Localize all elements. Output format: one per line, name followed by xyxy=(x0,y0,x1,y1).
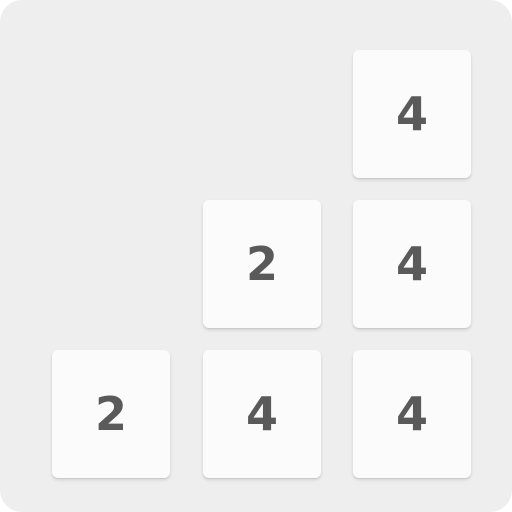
tile-r2-c0[interactable]: 2 xyxy=(52,350,170,478)
game-board: 4 2 4 2 4 4 xyxy=(0,0,512,512)
tile-value: 4 xyxy=(395,87,428,141)
tile-r2-c2[interactable]: 4 xyxy=(353,350,471,478)
tile-r1-c1[interactable]: 2 xyxy=(203,200,321,328)
tile-r2-c1[interactable]: 4 xyxy=(203,350,321,478)
tile-value: 4 xyxy=(245,387,278,441)
tile-value: 4 xyxy=(395,387,428,441)
tile-r1-c2[interactable]: 4 xyxy=(353,200,471,328)
tile-value: 2 xyxy=(245,237,278,291)
tile-r0-c2[interactable]: 4 xyxy=(353,50,471,178)
tile-value: 4 xyxy=(395,237,428,291)
tile-value: 2 xyxy=(94,387,127,441)
